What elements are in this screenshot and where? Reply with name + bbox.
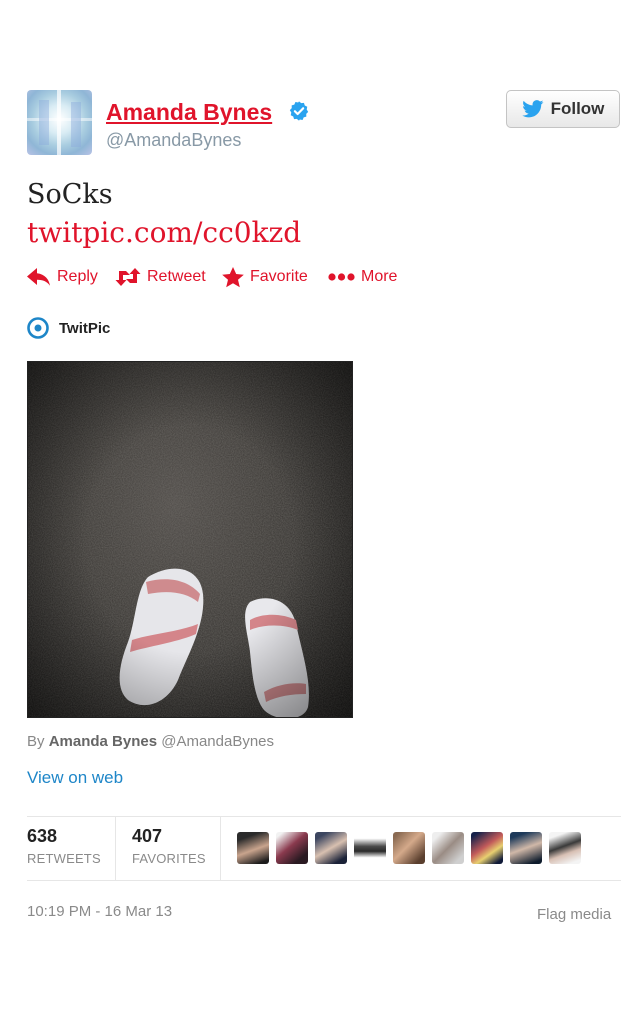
- follow-button-label: Follow: [550, 99, 605, 118]
- favorites-label: FAVORITES: [132, 851, 206, 866]
- byline-prefix: By: [27, 733, 45, 750]
- profile-avatar[interactable]: [27, 90, 92, 155]
- user-name-link[interactable]: Amanda Bynes: [106, 99, 272, 126]
- verified-badge-icon: [289, 101, 309, 121]
- favoriter-avatar[interactable]: [510, 832, 542, 864]
- reply-button[interactable]: Reply: [27, 264, 98, 290]
- media-photo[interactable]: [27, 361, 353, 718]
- favorites-count: 407: [132, 826, 163, 846]
- stats-separator: [220, 816, 221, 880]
- favoriter-avatar[interactable]: [471, 832, 503, 864]
- retweets-stat[interactable]: 638 RETWEETS: [27, 826, 101, 866]
- star-icon: [222, 266, 244, 287]
- retweets-count: 638: [27, 826, 58, 846]
- favorites-stat[interactable]: 407 FAVORITES: [132, 826, 206, 866]
- retweet-label: Retweet: [147, 268, 206, 285]
- tweet-timestamp[interactable]: 10:19 PM - 16 Mar 13: [27, 903, 172, 920]
- reply-label: Reply: [57, 268, 98, 285]
- favoriter-avatar[interactable]: [393, 832, 425, 864]
- more-dots-icon: [328, 273, 355, 281]
- media-byline: By Amanda Bynes @AmandaBynes: [27, 733, 274, 750]
- provider-name: TwitPic: [59, 319, 111, 337]
- stats-divider-bottom: [27, 880, 621, 881]
- retweet-button[interactable]: Retweet: [115, 264, 206, 290]
- stats-divider-top: [27, 816, 621, 817]
- retweet-icon: [115, 268, 141, 286]
- media-provider[interactable]: TwitPic: [27, 316, 110, 340]
- reply-arrow-icon: [27, 268, 50, 286]
- twitpic-logo-icon: [27, 317, 49, 339]
- more-label: More: [361, 268, 398, 285]
- favoriter-avatar[interactable]: [237, 832, 269, 864]
- tweet-actions: Reply Retweet Favorite More: [27, 264, 447, 290]
- byline-name: Amanda Bynes: [48, 733, 158, 750]
- favorite-label: Favorite: [250, 268, 308, 285]
- tweet-link[interactable]: twitpic.com/cc0kzd: [27, 214, 301, 252]
- more-button[interactable]: More: [328, 264, 397, 290]
- favoriter-avatar[interactable]: [315, 832, 347, 864]
- favoriter-avatar[interactable]: [549, 832, 581, 864]
- photo-vignette: [28, 362, 352, 717]
- tweet-text: SoCks: [27, 179, 113, 210]
- retweets-label: RETWEETS: [27, 851, 101, 866]
- stats-separator: [115, 816, 116, 880]
- user-handle: @AmandaBynes: [106, 130, 242, 150]
- favoriter-avatar[interactable]: [276, 832, 308, 864]
- favorite-button[interactable]: Favorite: [222, 264, 308, 290]
- favoriter-avatar[interactable]: [354, 832, 386, 864]
- flag-media-link[interactable]: Flag media: [537, 906, 611, 923]
- favoriter-avatar[interactable]: [432, 832, 464, 864]
- byline-handle: @AmandaBynes: [161, 733, 275, 750]
- view-on-web-link[interactable]: View on web: [27, 768, 123, 788]
- twitter-bird-icon: [521, 100, 544, 118]
- follow-button[interactable]: Follow: [506, 90, 620, 128]
